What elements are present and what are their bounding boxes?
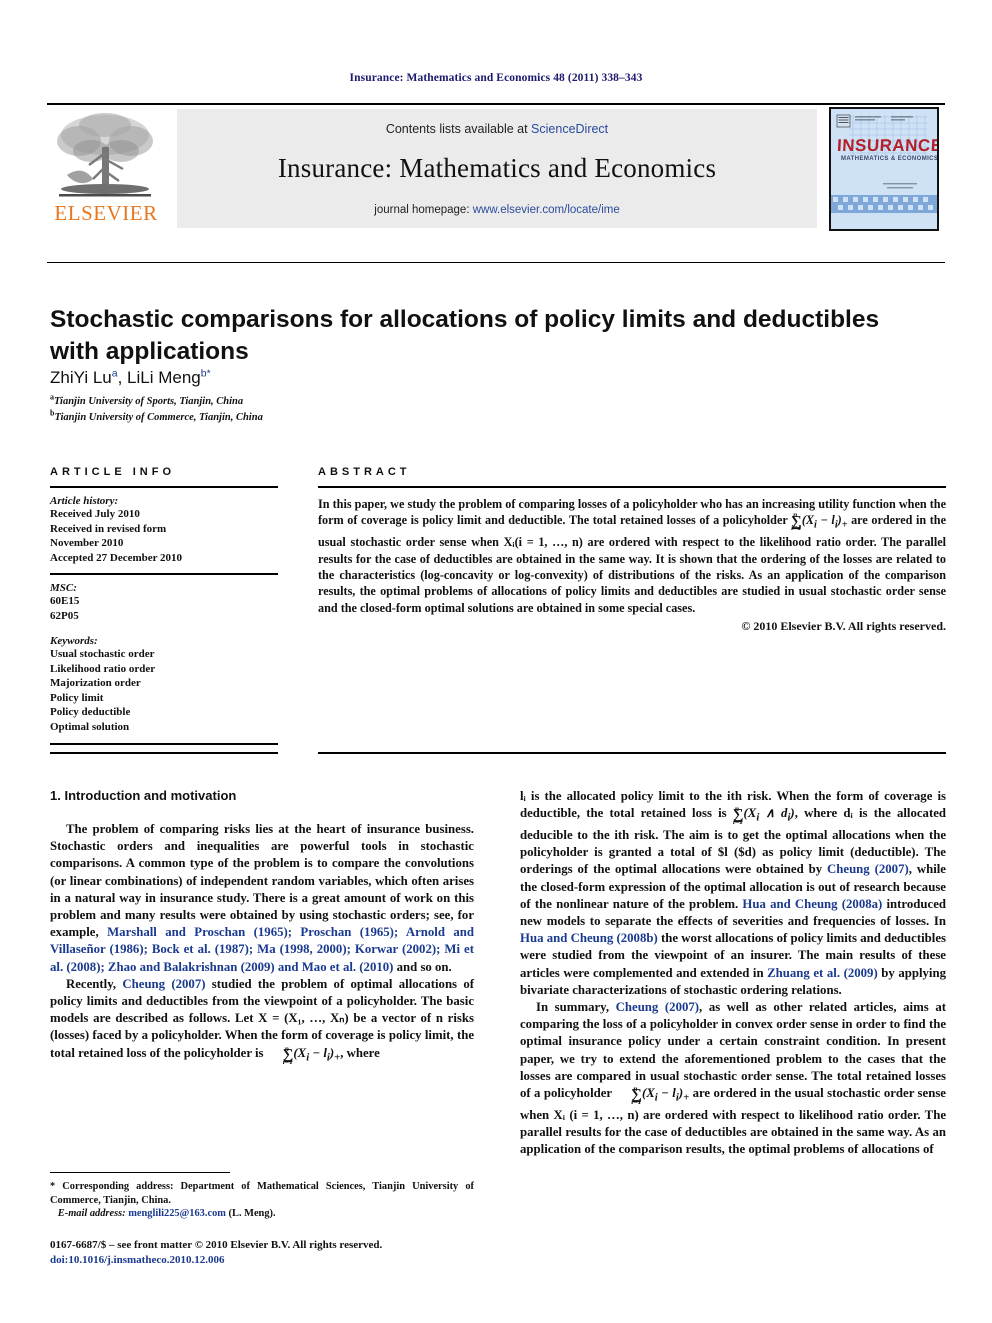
paragraph-text: , as well as other related articles, aim…: [520, 999, 946, 1100]
journal-masthead: ELSEVIER Contents lists available at Sci…: [47, 103, 945, 231]
journal-title: Insurance: Mathematics and Economics: [277, 153, 717, 183]
email-label: E-mail address:: [57, 1208, 126, 1220]
keywords-block: Keywords: Usual stochastic order Likelih…: [50, 635, 278, 734]
footnote-divider: [50, 1172, 230, 1173]
paragraph-text: In summary,: [536, 999, 616, 1014]
keyword-item: Policy deductible: [50, 706, 131, 718]
contents-prefix: Contents lists available at: [385, 122, 532, 136]
issn-line: 0167-6687/$ – see front matter © 2010 El…: [50, 1239, 383, 1251]
article-history-line: Received July 2010: [50, 508, 140, 520]
title-divider: [47, 262, 945, 263]
section-heading-introduction: 1. Introduction and motivation: [50, 788, 237, 803]
paragraph-text: and so on.: [393, 959, 452, 974]
abstract-formula: ∑ n i=1 (Xi − li)+: [791, 510, 848, 533]
abstract-column: ABSTRACT In this paper, we study the pro…: [318, 466, 946, 634]
body-paragraph: In summary, Cheung (2007), as well as ot…: [520, 999, 946, 1158]
journal-banner: Contents lists available at ScienceDirec…: [177, 109, 817, 228]
inline-formula: ∑ n i=1 (Xi ∧ di): [732, 804, 795, 827]
citation-link[interactable]: Cheung (2007): [122, 977, 205, 991]
body-paragraph: Recently, Cheung (2007) studied the prob…: [50, 976, 474, 1067]
body-column-right: lᵢ is the allocated policy limit to the …: [520, 788, 946, 1158]
author-name-2: LiLi Meng: [127, 368, 201, 387]
keyword-item: Optimal solution: [50, 720, 130, 733]
paragraph-text: Recently,: [66, 976, 123, 991]
article-info-rule-top: [50, 486, 278, 488]
page-title: Stochastic comparisons for allocations o…: [50, 306, 880, 366]
citation-link[interactable]: Cheung (2007): [616, 1000, 699, 1014]
citation-link[interactable]: Hua and Cheung (2008b): [520, 931, 658, 945]
running-head: Insurance: Mathematics and Economics 48 …: [349, 72, 643, 84]
body-divider-right: [318, 752, 946, 754]
msc-code: 60E15: [50, 595, 80, 607]
keyword-item: Usual stochastic order: [50, 648, 155, 660]
author-list: ZhiYi Lua, LiLi Mengb*: [50, 367, 211, 387]
affiliation-a: aTianjin University of Sports, Tianjin, …: [50, 393, 750, 407]
body-column-left: 1. Introduction and motivation The probl…: [50, 788, 474, 1066]
article-info-column: ARTICLE INFO Article history: Received J…: [50, 466, 278, 745]
body-paragraph: The problem of comparing risks lies at t…: [50, 821, 474, 976]
sciencedirect-link[interactable]: ScienceDirect: [531, 122, 608, 136]
body-paragraph: lᵢ is the allocated policy limit to the …: [520, 788, 946, 999]
keyword-item: Policy limit: [50, 691, 104, 704]
corresponding-author-marker[interactable]: *: [207, 367, 211, 379]
affiliation-a-text: Tianjin University of Sports, Tianjin, C…: [54, 396, 244, 407]
citation-link[interactable]: Zhuang et al. (2009): [767, 966, 878, 980]
email-owner: (L. Meng).: [228, 1208, 276, 1220]
svg-text:INSURANCE: INSURANCE: [837, 136, 937, 155]
article-history-line: Received in revised form: [50, 522, 167, 535]
homepage-prefix: journal homepage:: [374, 204, 473, 216]
elsevier-tree-icon: [53, 109, 157, 201]
article-history-label: Article history:: [50, 495, 119, 507]
issn-copyright-block: 0167-6687/$ – see front matter © 2010 El…: [50, 1238, 510, 1268]
article-info-rule-middle: [50, 573, 278, 575]
abstract-rule: [318, 486, 946, 488]
keyword-item: Majorization order: [50, 677, 141, 689]
journal-homepage-line: journal homepage: www.elsevier.com/locat…: [177, 204, 817, 216]
journal-cover-thumbnail: INSURANCE MATHEMATICS & ECONOMICS: [829, 107, 939, 231]
citation-link[interactable]: Hua and Cheung (2008a): [742, 897, 882, 911]
abstract-heading: ABSTRACT: [318, 466, 411, 478]
corresponding-address: Corresponding address: Department of Mat…: [50, 1181, 474, 1206]
author-name-1: ZhiYi Lu: [50, 368, 112, 387]
elsevier-logo: ELSEVIER: [47, 109, 165, 229]
elsevier-wordmark: ELSEVIER: [54, 201, 158, 225]
affiliation-b-text: Tianjin University of Commerce, Tianjin,…: [54, 412, 263, 423]
email-link[interactable]: menglili225@163.com: [128, 1208, 226, 1219]
article-history-line: Accepted 27 December 2010: [50, 551, 183, 564]
paragraph-text: , where: [340, 1045, 380, 1060]
citation-link[interactable]: Cheung (2007): [827, 862, 909, 876]
affiliation-b: bTianjin University of Commerce, Tianjin…: [50, 409, 750, 423]
keywords-label: Keywords:: [50, 635, 98, 647]
abstract-copyright: © 2010 Elsevier B.V. All rights reserved…: [741, 619, 946, 634]
msc-label: MSC:: [50, 582, 77, 594]
footnote-block: * Corresponding address: Department of M…: [50, 1180, 474, 1221]
body-divider-left: [50, 752, 278, 754]
journal-homepage-link[interactable]: www.elsevier.com/locate/ime: [473, 204, 620, 216]
keyword-item: Likelihood ratio order: [50, 662, 156, 675]
inline-formula: ∑ n i=1 (Xi − li)+: [631, 1084, 690, 1106]
paragraph-text: The problem of comparing risks lies at t…: [50, 822, 474, 940]
abstract-part-2: are ordered in the usual stochastic orde…: [318, 513, 946, 615]
doi-link[interactable]: doi:10.1016/j.insmatheco.2010.12.006: [50, 1253, 510, 1268]
article-info-rule-bottom: [50, 743, 278, 745]
msc-code: 62P05: [50, 609, 79, 622]
abstract-text: In this paper, we study the problem of c…: [318, 496, 946, 616]
inline-formula: ∑ n i=1 (Xi − li)+: [282, 1043, 341, 1066]
contents-available-line: Contents lists available at ScienceDirec…: [177, 122, 817, 136]
article-history-line: November 2010: [50, 537, 124, 549]
paper-page: Insurance: Mathematics and Economics 48 …: [0, 0, 992, 1323]
svg-text:MATHEMATICS & ECONOMICS: MATHEMATICS & ECONOMICS: [841, 156, 937, 162]
corresponding-marker: *: [50, 1181, 56, 1192]
author-1-affil-marker: a: [111, 367, 118, 380]
article-info-heading: ARTICLE INFO: [50, 466, 175, 478]
